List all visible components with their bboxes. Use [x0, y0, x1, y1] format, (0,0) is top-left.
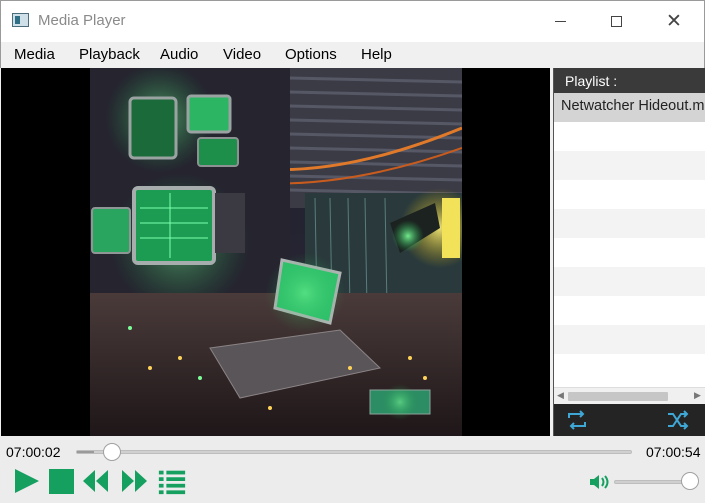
- repeat-icon[interactable]: [566, 410, 588, 430]
- menu-audio[interactable]: Audio: [160, 46, 198, 63]
- next-button[interactable]: [119, 466, 149, 496]
- maximize-icon: [610, 15, 622, 27]
- app-icon: [12, 13, 29, 27]
- playlist-empty-row: [554, 151, 705, 180]
- scroll-right-icon[interactable]: ▶: [694, 390, 701, 401]
- minimize-icon: [554, 20, 566, 22]
- stop-icon: [49, 469, 74, 494]
- playlist-controls: [554, 404, 705, 436]
- menu-media[interactable]: Media: [14, 46, 55, 63]
- playlist-empty-row: [554, 209, 705, 238]
- playlist-empty-row: [554, 122, 705, 151]
- list-icon: [158, 470, 186, 495]
- previous-button[interactable]: [81, 466, 111, 496]
- current-time: 07:00:02: [6, 444, 61, 460]
- playlist-panel: Playlist : Netwatcher Hideout.mp4 ◀ ▶: [553, 68, 705, 436]
- play-button[interactable]: [12, 466, 42, 496]
- playlist-header: Playlist :: [554, 68, 705, 93]
- volume-slider[interactable]: [614, 480, 690, 484]
- volume-handle[interactable]: [681, 472, 699, 490]
- playback-controls: 07:00:02 07:00:54: [0, 436, 705, 503]
- menu-help[interactable]: Help: [361, 46, 392, 63]
- window-title: Media Player: [38, 12, 126, 29]
- playlist-item[interactable]: Netwatcher Hideout.mp4: [554, 93, 705, 122]
- menu-video[interactable]: Video: [223, 46, 261, 63]
- playlist-horizontal-scrollbar[interactable]: ◀ ▶: [554, 387, 705, 404]
- seek-bar[interactable]: [76, 450, 632, 454]
- playlist-toggle-button[interactable]: [157, 466, 187, 496]
- rewind-icon: [83, 470, 108, 492]
- volume-icon[interactable]: [589, 473, 611, 491]
- play-icon: [15, 469, 39, 493]
- playlist-empty-row: [554, 325, 705, 354]
- seek-handle[interactable]: [102, 443, 121, 461]
- playlist-empty-row: [554, 238, 705, 267]
- seek-progress: [77, 451, 94, 453]
- shuffle-icon[interactable]: [667, 410, 689, 430]
- maximize-button[interactable]: [593, 1, 639, 41]
- minimize-button[interactable]: [537, 1, 583, 41]
- menu-options[interactable]: Options: [285, 46, 337, 63]
- playlist-empty-row: [554, 354, 705, 387]
- playlist-empty-row: [554, 267, 705, 296]
- playlist-empty-row: [554, 296, 705, 325]
- playlist-empty-row: [554, 180, 705, 209]
- cyberpunk-scene-image: [90, 68, 462, 436]
- video-display[interactable]: [1, 68, 550, 436]
- scrollbar-thumb[interactable]: [568, 392, 668, 401]
- scroll-left-icon[interactable]: ◀: [557, 390, 564, 401]
- menu-bar: Media Playback Audio Video Options Help: [0, 42, 705, 68]
- title-bar: Media Player ✕: [0, 0, 705, 42]
- close-icon: ✕: [666, 10, 682, 32]
- total-time: 07:00:54: [646, 444, 701, 460]
- video-frame-image: [90, 68, 462, 436]
- stop-button[interactable]: [47, 466, 77, 496]
- fast-forward-icon: [122, 470, 147, 492]
- menu-playback[interactable]: Playback: [79, 46, 140, 63]
- close-button[interactable]: ✕: [651, 1, 697, 41]
